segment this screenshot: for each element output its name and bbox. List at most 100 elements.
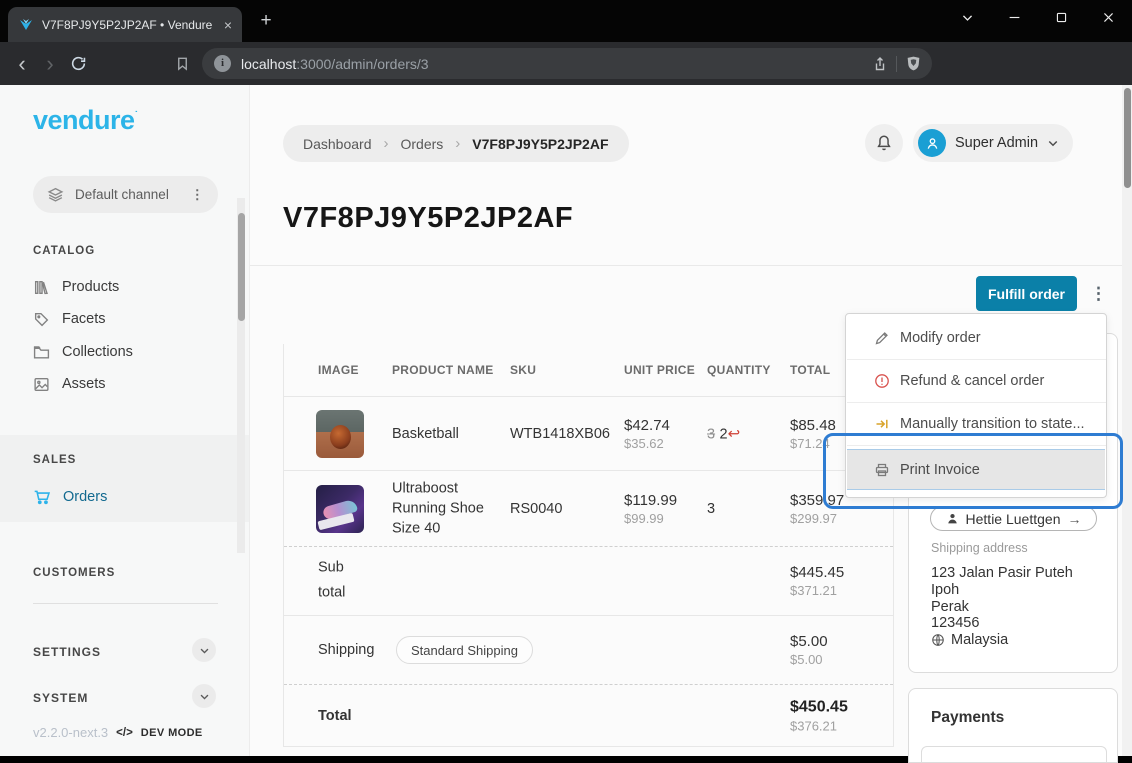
- payment-detail-box: [921, 746, 1107, 763]
- url-field[interactable]: i localhost:3000/admin/orders/3: [202, 48, 932, 79]
- person-icon: [946, 512, 959, 525]
- sidebar-scrollbar-thumb[interactable]: [238, 213, 245, 321]
- vendure-logo[interactable]: vendure˙: [33, 105, 138, 136]
- user-name: Super Admin: [955, 135, 1038, 151]
- shipping-method-badge: Standard Shipping: [396, 636, 533, 664]
- close-window-button[interactable]: [1085, 0, 1132, 34]
- dev-mode-label: DEV MODE: [141, 727, 203, 739]
- bell-icon: [875, 134, 893, 152]
- sidebar-item-orders[interactable]: Orders: [33, 482, 107, 512]
- customers-section-label: CUSTOMERS: [33, 567, 115, 579]
- site-info-icon[interactable]: i: [214, 55, 231, 72]
- browser-tab[interactable]: V7F8PJ9Y5P2JP2AF • Vendure ×: [8, 7, 242, 42]
- chevron-right-icon: ›: [384, 135, 389, 152]
- col-total: TOTAL: [790, 363, 830, 377]
- total-net: $376.21: [790, 718, 848, 733]
- subtotal-value: $445.45: [790, 564, 844, 581]
- table-row: Ultraboost Running Shoe Size 40 RS0040 $…: [284, 471, 893, 547]
- page-scrollbar-thumb[interactable]: [1124, 88, 1131, 188]
- col-image: IMAGE: [318, 363, 359, 377]
- share-icon[interactable]: [872, 56, 888, 72]
- chevron-right-icon: ›: [455, 135, 460, 152]
- shipping-address-label: Shipping address: [931, 541, 1028, 555]
- product-image-shoe[interactable]: [316, 485, 364, 533]
- settings-collapse-button[interactable]: [192, 638, 216, 662]
- sidebar-divider: [33, 603, 218, 604]
- fulfill-order-button[interactable]: Fulfill order: [976, 276, 1077, 311]
- channel-selector[interactable]: Default channel ⋮: [33, 176, 218, 213]
- quantity: 2: [720, 426, 728, 442]
- back-button[interactable]: ‹: [8, 50, 36, 78]
- maximize-button[interactable]: [1038, 0, 1085, 34]
- product-image-basketball[interactable]: [316, 410, 364, 458]
- sidebar: vendure˙ Default channel ⋮ CATALOG Produ…: [0, 85, 250, 756]
- brave-shield-icon[interactable]: [905, 55, 922, 72]
- quantity-cell: 3 2↩: [707, 424, 740, 443]
- menu-item-refund-cancel[interactable]: Refund & cancel order: [847, 360, 1105, 402]
- annotation-highlight-box: [823, 433, 1123, 509]
- notifications-button[interactable]: [865, 124, 903, 162]
- quantity-old: 3: [707, 426, 715, 442]
- customer-link[interactable]: Hettie Luettgen →: [930, 506, 1097, 531]
- line-total: $85.48: [790, 417, 836, 434]
- bookmark-icon[interactable]: [168, 50, 196, 78]
- chevron-down-icon: [199, 691, 210, 702]
- tag-icon: [33, 311, 50, 328]
- products-icon: [33, 279, 50, 296]
- product-name: Ultraboost Running Shoe Size 40: [392, 478, 498, 539]
- breadcrumb: Dashboard › Orders › V7F8PJ9Y5P2JP2AF: [283, 125, 629, 162]
- channel-kebab-icon[interactable]: ⋮: [191, 187, 205, 203]
- modified-arrow-icon: ↩: [728, 425, 741, 442]
- user-avatar: [918, 129, 946, 157]
- product-sku: RS0040: [510, 501, 562, 517]
- sidebar-item-assets[interactable]: Assets: [33, 369, 106, 399]
- reload-button[interactable]: [64, 50, 92, 78]
- unit-price: $42.74: [624, 417, 670, 434]
- chevron-down-icon: [199, 645, 210, 656]
- tab-close-icon[interactable]: ×: [224, 17, 232, 33]
- transition-arrow-icon: [874, 416, 890, 432]
- browser-url-bar: ‹ › i localhost:3000/admin/orders/3 ≡: [0, 42, 1132, 85]
- sidebar-item-facets[interactable]: Facets: [33, 304, 106, 334]
- menu-item-modify-order[interactable]: Modify order: [847, 317, 1105, 359]
- url-path: :3000/admin/orders/3: [296, 56, 428, 72]
- shipping-value: $5.00: [790, 633, 828, 650]
- forward-button[interactable]: ›: [36, 50, 64, 78]
- tab-search-icon[interactable]: [944, 0, 991, 34]
- address-line: 123456: [931, 615, 979, 631]
- subtotal-row: Sub total $445.45 $371.21: [284, 547, 893, 616]
- system-collapse-button[interactable]: [192, 684, 216, 708]
- system-section-label: SYSTEM: [33, 691, 88, 705]
- url-host: localhost: [241, 56, 296, 72]
- new-tab-button[interactable]: +: [254, 10, 278, 34]
- person-icon: [925, 136, 940, 151]
- window-controls: [944, 0, 1132, 34]
- total-row: Total $450.45 $376.21: [284, 685, 893, 747]
- main-content: Dashboard › Orders › V7F8PJ9Y5P2JP2AF Su…: [250, 85, 1132, 756]
- version-label: v2.2.0-next.3: [33, 725, 108, 740]
- address-line: 123 Jalan Pasir Puteh: [931, 565, 1073, 581]
- sidebar-item-products[interactable]: Products: [33, 272, 119, 302]
- channel-label: Default channel: [75, 187, 169, 202]
- breadcrumb-dashboard[interactable]: Dashboard: [303, 136, 372, 152]
- catalog-section-label: CATALOG: [33, 245, 95, 257]
- unit-price: $119.99: [624, 492, 677, 509]
- col-product-name: PRODUCT NAME: [392, 363, 494, 377]
- settings-section-label: SETTINGS: [33, 645, 101, 659]
- country-name: Malaysia: [951, 632, 1008, 648]
- page-title: V7F8PJ9Y5P2JP2AF: [283, 202, 573, 235]
- layers-icon: [47, 186, 64, 203]
- vendure-favicon-icon: [18, 17, 34, 33]
- breadcrumb-current: V7F8PJ9Y5P2JP2AF: [472, 136, 608, 152]
- total-value: $450.45: [790, 698, 848, 716]
- col-quantity: QUANTITY: [707, 363, 771, 377]
- shipping-net: $5.00: [790, 652, 828, 667]
- address-line: Ipoh: [931, 582, 959, 598]
- minimize-button[interactable]: [991, 0, 1038, 34]
- order-actions-kebab-button[interactable]: ⋮: [1088, 276, 1110, 311]
- sidebar-item-collections[interactable]: Collections: [33, 337, 133, 367]
- vendure-admin-app: vendure˙ Default channel ⋮ CATALOG Produ…: [0, 85, 1132, 756]
- line-total-net: $299.97: [790, 511, 844, 526]
- user-menu[interactable]: Super Admin: [913, 124, 1073, 162]
- breadcrumb-orders[interactable]: Orders: [401, 136, 444, 152]
